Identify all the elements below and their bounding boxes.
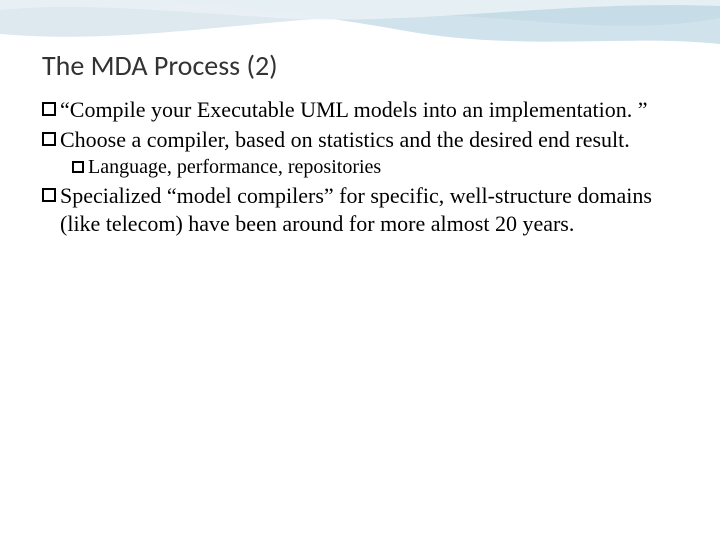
slide: The MDA Process (2) “Compile your Execut… [0,0,720,540]
square-bullet-icon [42,188,56,202]
square-bullet-icon [72,161,84,173]
square-bullet-icon [42,132,56,146]
bullet-text: “Compile your Executable UML models into… [60,96,678,124]
bullet-item: Specialized “model compilers” for specif… [42,182,678,237]
slide-body: “Compile your Executable UML models into… [42,96,678,239]
bullet-item: “Compile your Executable UML models into… [42,96,678,124]
bullet-item: Choose a compiler, based on statistics a… [42,126,678,154]
square-bullet-icon [42,102,56,116]
bullet-text: Choose a compiler, based on statistics a… [60,126,678,154]
bullet-text: Language, performance, repositories [88,155,678,180]
bullet-text: Specialized “model compilers” for specif… [60,182,678,237]
slide-title: The MDA Process (2) [42,48,278,83]
sub-bullet-item: Language, performance, repositories [72,155,678,180]
